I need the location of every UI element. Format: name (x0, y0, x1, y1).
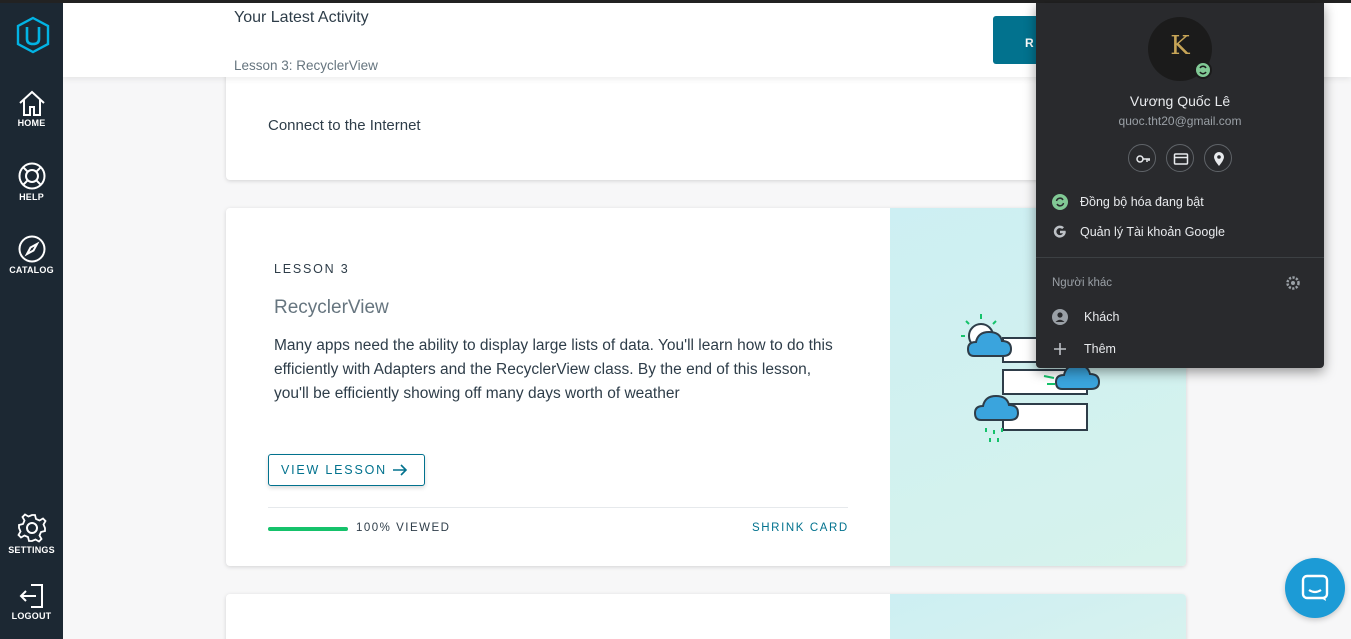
concept-title: Connect to the Internet (268, 117, 421, 134)
home-icon (18, 90, 45, 116)
avatar-letter: K (1170, 31, 1190, 61)
nav-home-label: HOME (17, 118, 46, 128)
nav-catalog-label: CATALOG (9, 265, 54, 275)
lesson-card-next (226, 594, 1186, 639)
arrow-right-icon (393, 464, 408, 476)
menu-separator (1036, 257, 1324, 258)
sync-badge-icon (1194, 61, 1212, 79)
other-people-heading: Người khác (1052, 277, 1112, 289)
chrome-profile-menu: K Vương Quốc Lê quoc.tht20@gmail.com Đồn… (1036, 3, 1324, 368)
lesson-number: LESSON 3 (274, 262, 350, 276)
lifebuoy-icon (18, 162, 45, 190)
left-sidebar: HOME HELP CATALOG SETTINGS LOGOUT (0, 0, 63, 639)
sync-status-item[interactable]: Đồng bộ hóa đang bật (1036, 190, 1324, 216)
logout-icon (19, 584, 43, 608)
gear-icon (16, 513, 47, 543)
profile-name: Vương Quốc Lê (1129, 93, 1231, 109)
view-lesson-label: VIEW LESSON (281, 463, 387, 477)
credit-card-icon (1173, 153, 1189, 165)
key-icon (1136, 155, 1150, 163)
nav-logout-label: LOGOUT (11, 611, 52, 621)
lesson-title: RecyclerView (274, 297, 389, 318)
nav-settings-label: SETTINGS (8, 545, 55, 555)
nav-logout[interactable]: LOGOUT (0, 582, 63, 621)
add-profile-item[interactable]: Thêm (1036, 337, 1324, 363)
view-lesson-button[interactable]: VIEW LESSON (268, 454, 425, 486)
card-divider (268, 507, 848, 508)
add-profile-label: Thêm (1084, 342, 1116, 356)
nav-catalog[interactable]: CATALOG (0, 234, 63, 275)
shrink-card-button[interactable]: SHRINK CARD (752, 522, 849, 534)
nav-settings[interactable]: SETTINGS (0, 512, 63, 555)
progress-label: 100% VIEWED (356, 522, 451, 534)
chat-support-button[interactable] (1285, 558, 1345, 618)
google-icon (1053, 225, 1066, 238)
location-pin-icon (1214, 152, 1224, 166)
progress-fill (268, 527, 348, 531)
activity-subtitle: Lesson 3: RecyclerView (234, 58, 378, 73)
lesson-description: Many apps need the ability to display la… (274, 337, 833, 402)
activity-title: Your Latest Activity (234, 9, 369, 26)
avatar[interactable]: K (1148, 17, 1212, 81)
addresses-button[interactable] (1204, 144, 1232, 172)
plus-icon (1054, 343, 1066, 355)
nav-help[interactable]: HELP (0, 161, 63, 202)
guest-profile-item[interactable]: Khách (1036, 305, 1324, 331)
progress-bar (268, 527, 348, 531)
profile-email: quoc.tht20@gmail.com (1118, 114, 1242, 128)
manage-google-account-label: Quản lý Tài khoản Google (1080, 225, 1226, 239)
payment-methods-button[interactable] (1166, 144, 1194, 172)
person-icon (1052, 309, 1068, 325)
lesson-illustration-next (890, 594, 1186, 639)
chat-icon (1301, 574, 1329, 601)
manage-people-gear-icon[interactable] (1285, 275, 1301, 291)
compass-icon (18, 235, 45, 263)
sync-icon (1052, 194, 1068, 210)
passwords-button[interactable] (1128, 144, 1156, 172)
nav-home[interactable]: HOME (0, 89, 63, 128)
sync-status-label: Đồng bộ hóa đang bật (1080, 195, 1204, 209)
guest-label: Khách (1084, 310, 1120, 324)
nav-help-label: HELP (19, 192, 44, 202)
manage-google-account-item[interactable]: Quản lý Tài khoản Google (1036, 220, 1324, 246)
udacity-logo-icon[interactable] (16, 16, 50, 54)
